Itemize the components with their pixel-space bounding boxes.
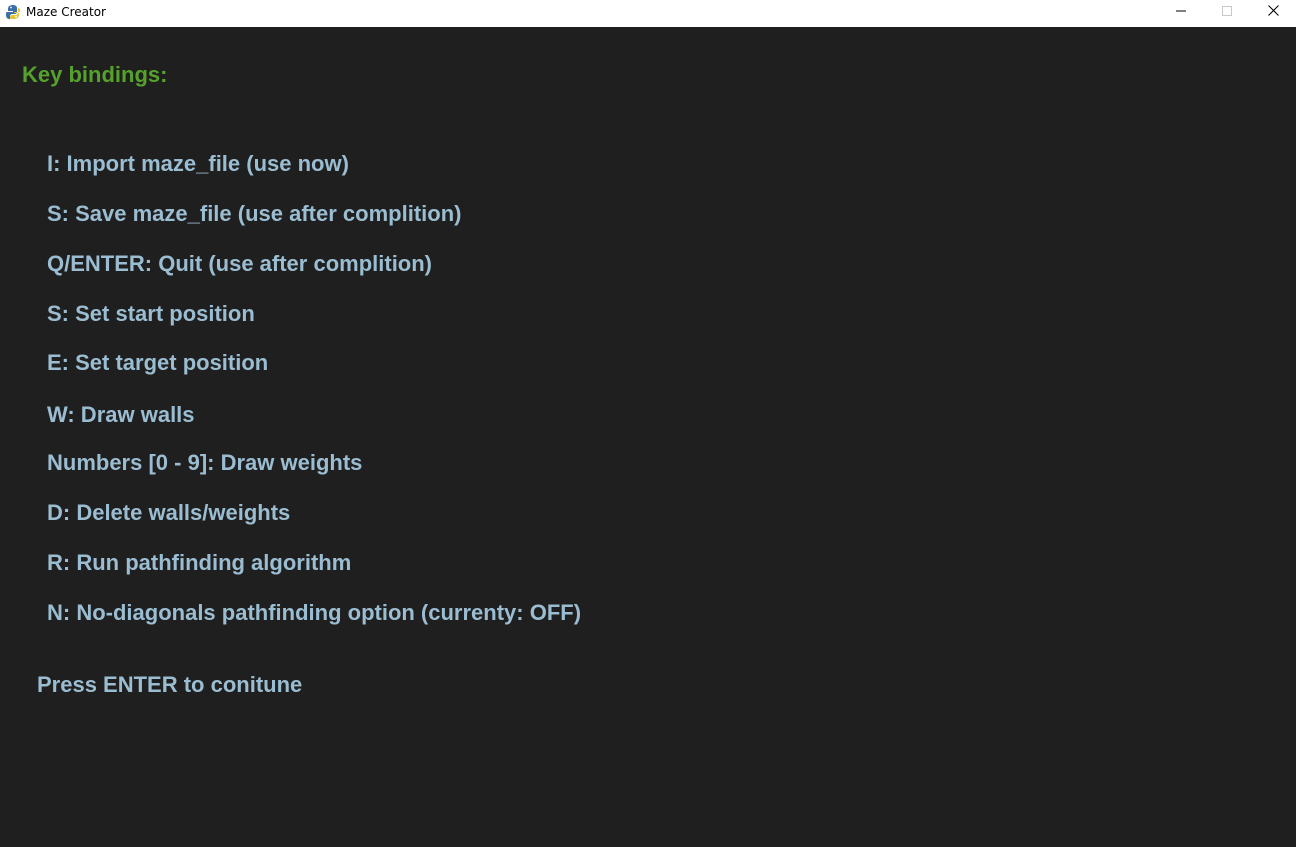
key-bindings-heading: Key bindings: <box>22 62 168 87</box>
app-window: Maze Creator Key bindings: I: Import maz <box>0 0 1296 847</box>
binding-quit: Q/ENTER: Quit (use after complition) <box>47 251 433 276</box>
window-title: Maze Creator <box>26 4 106 19</box>
binding-draw-walls: W: Draw walls <box>47 402 195 427</box>
close-button[interactable] <box>1250 0 1296 23</box>
pygame-canvas[interactable]: Key bindings: I: Import maze_file (use n… <box>0 27 1296 847</box>
pygame-snake-icon <box>5 4 21 20</box>
binding-save: S: Save maze_file (use after complition) <box>47 201 462 226</box>
minimize-icon <box>1176 3 1186 21</box>
binding-no-diagonals: N: No-diagonals pathfinding option (curr… <box>47 600 582 625</box>
binding-set-target: E: Set target position <box>47 350 269 375</box>
press-enter-prompt: Press ENTER to conitune <box>37 672 303 697</box>
binding-import: I: Import maze_file (use now) <box>47 151 349 176</box>
maximize-icon <box>1222 3 1232 21</box>
maximize-button[interactable] <box>1204 0 1250 23</box>
binding-run-pathfinding: R: Run pathfinding algorithm <box>47 550 352 575</box>
binding-set-start: S: Set start position <box>47 301 255 326</box>
window-controls <box>1158 0 1296 23</box>
binding-draw-weights: Numbers [0 - 9]: Draw weights <box>47 450 363 475</box>
title-bar[interactable]: Maze Creator <box>0 0 1296 23</box>
binding-delete: D: Delete walls/weights <box>47 500 291 525</box>
close-icon <box>1267 3 1279 21</box>
minimize-button[interactable] <box>1158 0 1204 23</box>
